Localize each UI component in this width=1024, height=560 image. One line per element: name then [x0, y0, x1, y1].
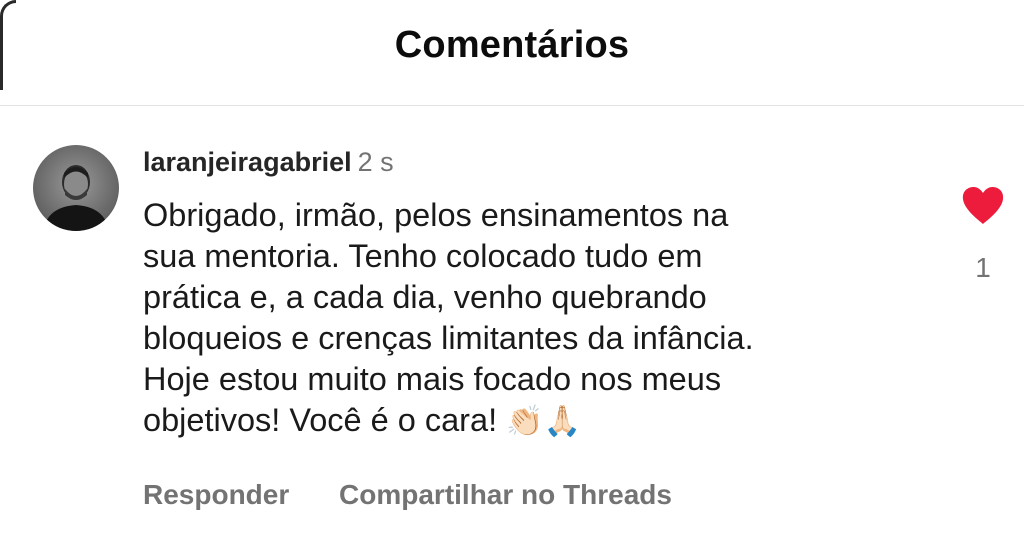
username[interactable]: laranjeiragabriel: [143, 147, 352, 177]
comment-line: prática e, a cada dia, venho quebrando: [143, 279, 707, 315]
like-count: 1: [975, 252, 991, 283]
comment-meta: laranjeiragabriel 2 s: [143, 147, 394, 178]
comment-line: objetivos! Você é o cara!: [143, 402, 498, 438]
timestamp: 2 s: [357, 147, 394, 177]
comments-screen: Comentários laranjeiragabriel 2 s Obrigad…: [0, 0, 1024, 560]
avatar-icon: [43, 165, 109, 231]
header: Comentários: [0, 0, 1024, 106]
clapping-hands-emoji: 👏🏻: [506, 404, 544, 439]
comment-text: Obrigado, irmão, pelos ensinamentos na su…: [143, 195, 903, 442]
share-threads-button[interactable]: Compartilhar no Threads: [339, 479, 672, 511]
comment-actions: Responder Compartilhar no Threads: [143, 479, 672, 511]
like-control: 1: [956, 186, 1010, 284]
heart-icon[interactable]: [961, 186, 1005, 226]
comment-line: Hoje estou muito mais focado nos meus: [143, 361, 722, 397]
reply-button[interactable]: Responder: [143, 479, 289, 511]
comment-line: Obrigado, irmão, pelos ensinamentos na: [143, 197, 729, 233]
avatar[interactable]: [33, 145, 119, 231]
page-title: Comentários: [394, 24, 630, 66]
comment-line: sua mentoria. Tenho colocado tudo em: [143, 238, 703, 274]
comment-item: laranjeiragabriel 2 s Obrigado, irmão, pe…: [0, 106, 1024, 560]
folded-hands-emoji: 🙏🏻: [543, 404, 581, 439]
comment-line: bloqueios e crenças limitantes da infânc…: [143, 320, 754, 356]
